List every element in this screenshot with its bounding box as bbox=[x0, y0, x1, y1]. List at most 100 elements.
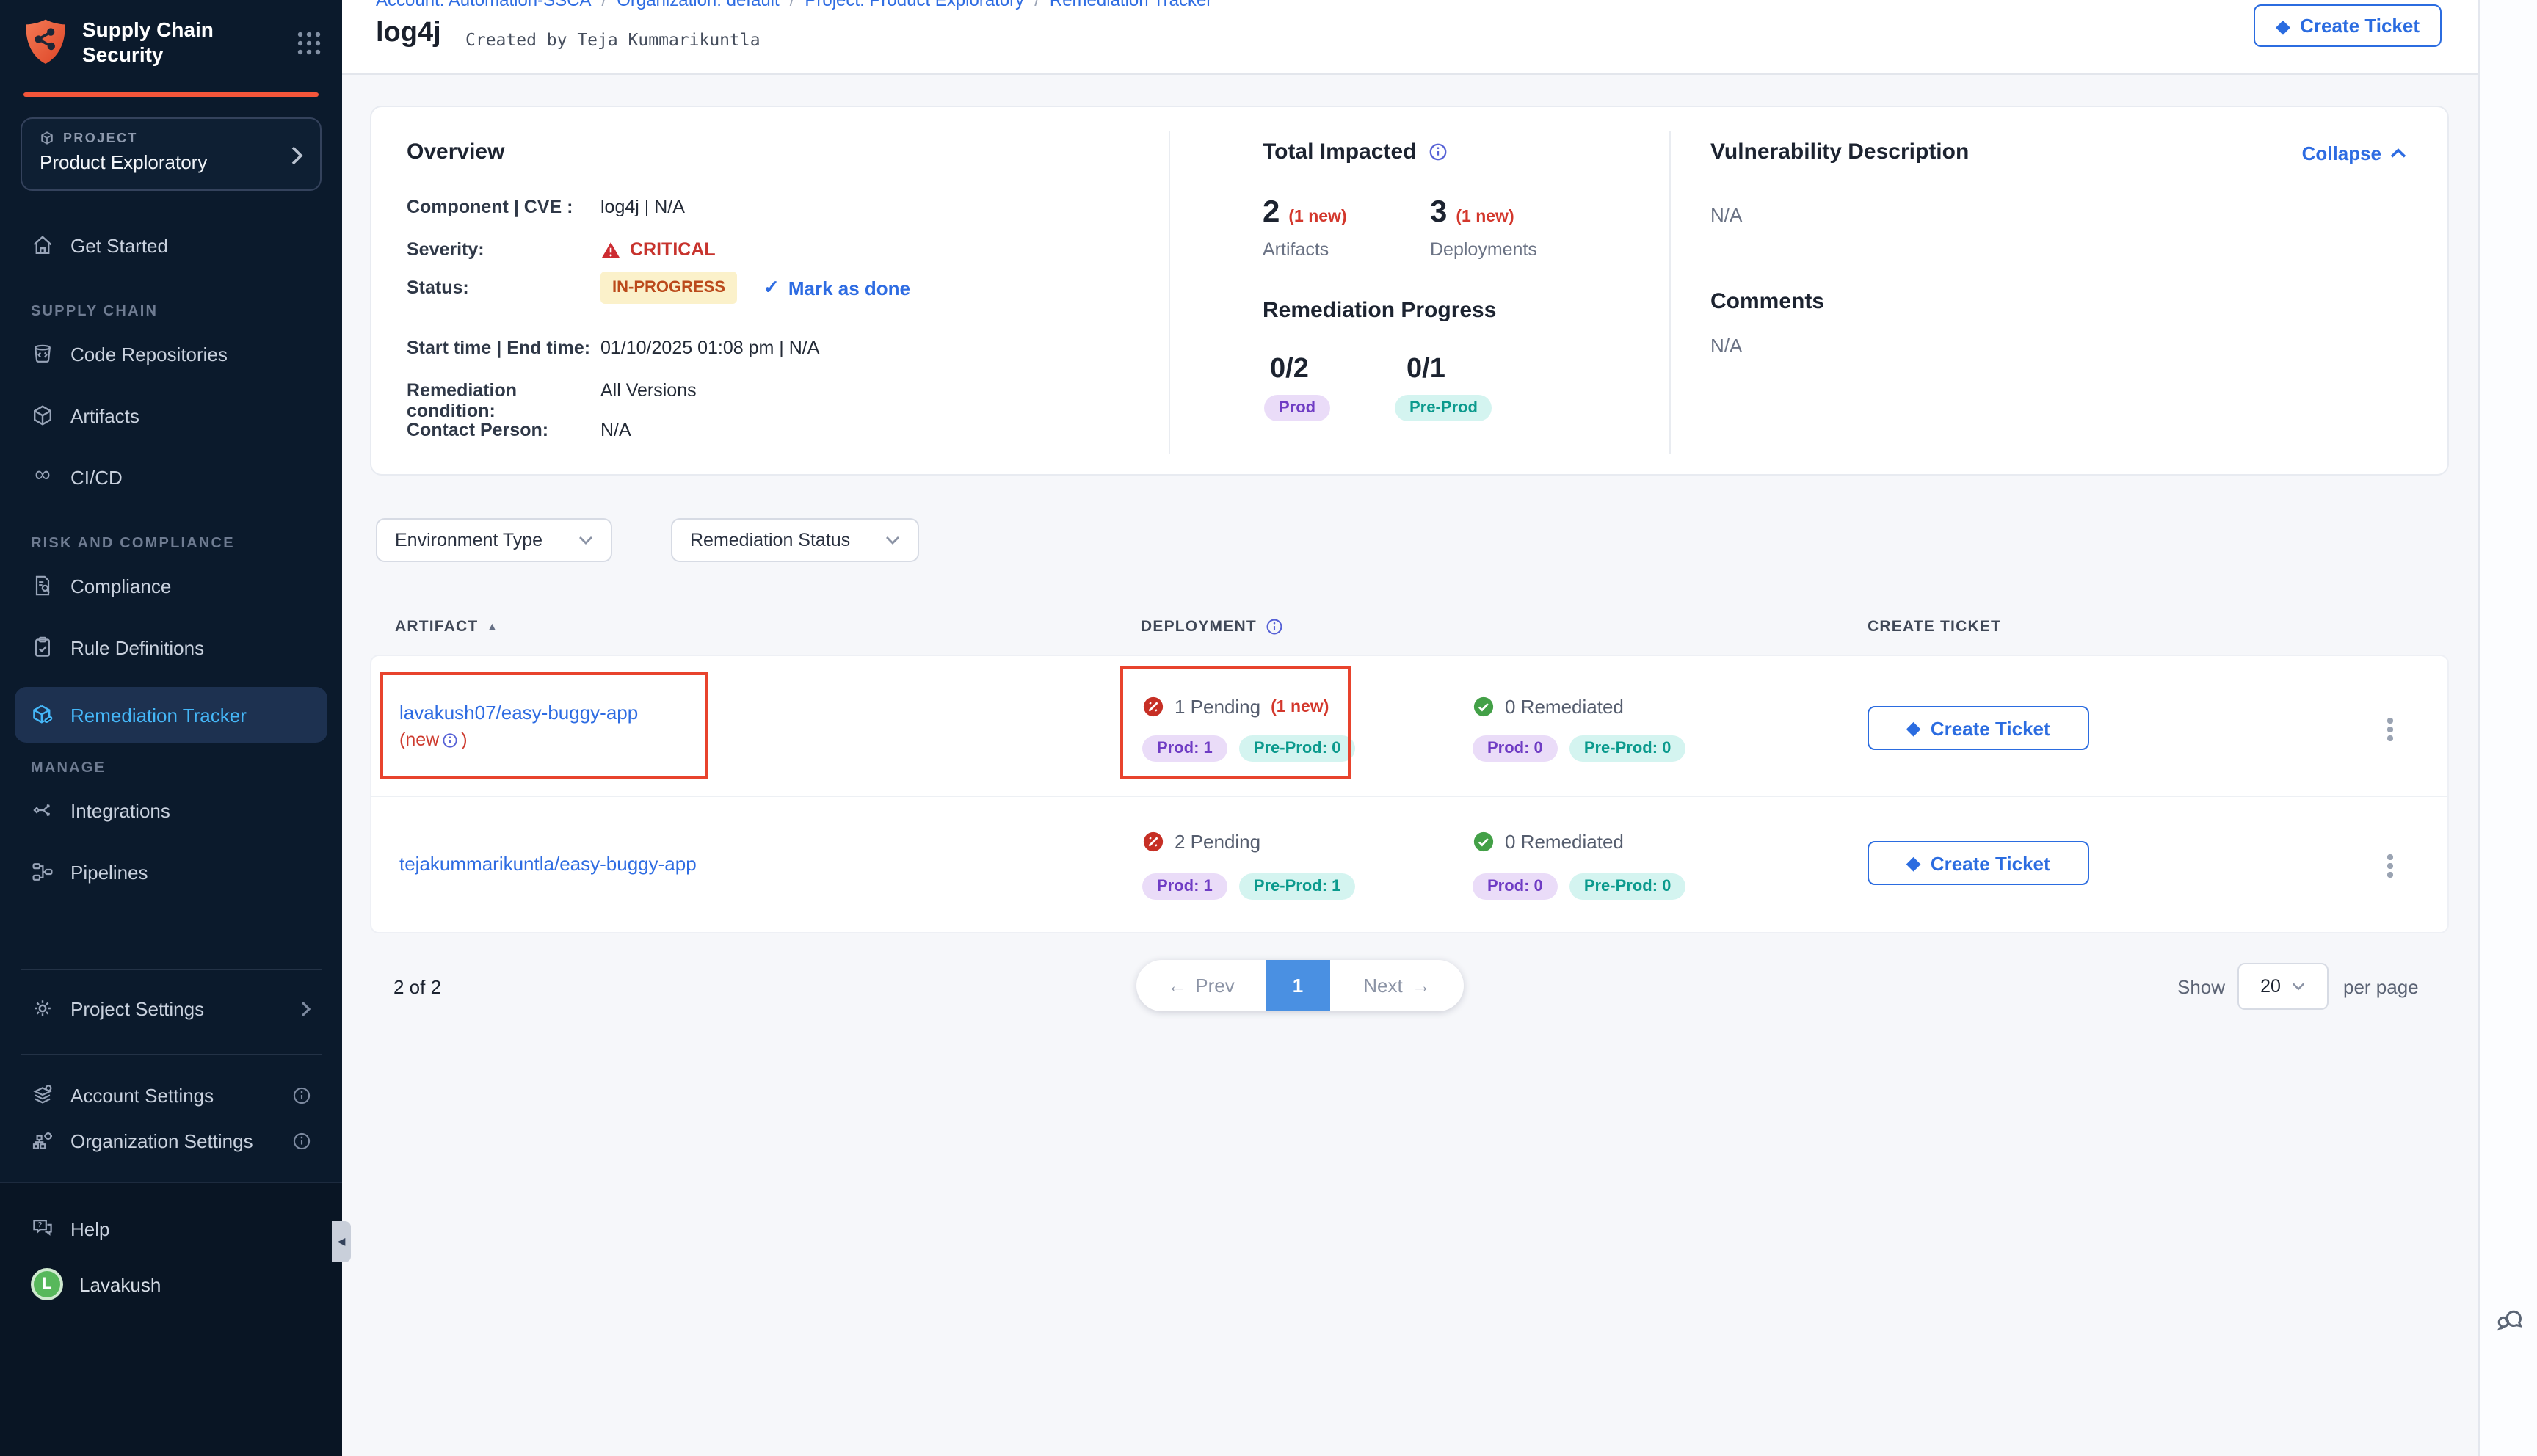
info-icon[interactable] bbox=[292, 1085, 311, 1104]
project-name: Product Exploratory bbox=[40, 151, 302, 173]
sidebar-item-organization-settings[interactable]: Organization Settings bbox=[15, 1118, 327, 1162]
sidebar-item-label: Compliance bbox=[70, 575, 171, 597]
overview-row-component: Component | CVE : log4j | N/A bbox=[407, 197, 685, 217]
sidebar-item-label: Account Settings bbox=[70, 1084, 214, 1106]
remediated-badges: Prod: 0 Pre-Prod: 0 bbox=[1473, 873, 1685, 900]
pager: ← Prev 1 Next → bbox=[1136, 960, 1464, 1011]
layers-gear-icon bbox=[31, 1083, 54, 1107]
next-page-button[interactable]: Next → bbox=[1330, 960, 1464, 1011]
sidebar-item-get-started[interactable]: Get Started bbox=[15, 223, 327, 267]
info-icon[interactable] bbox=[1266, 618, 1283, 636]
sidebar-item-remediation-tracker[interactable]: Remediation Tracker bbox=[15, 687, 327, 743]
summary-card: Overview Component | CVE : log4j | N/A S… bbox=[370, 106, 2449, 476]
deployment-badges: Prod: 1 Pre-Prod: 0 bbox=[1142, 735, 1355, 762]
remediated-check-icon bbox=[1473, 831, 1495, 853]
top-bar: Account: Automation-SSCA/Organization: d… bbox=[342, 0, 2478, 75]
prev-page-button[interactable]: ← Prev bbox=[1136, 960, 1266, 1011]
user-name: Lavakush bbox=[79, 1273, 161, 1295]
create-ticket-button-header[interactable]: ◆ Create Ticket bbox=[2254, 4, 2442, 47]
overview-row-condition: Remediation condition: All Versions bbox=[407, 380, 697, 421]
breadcrumb: Account: Automation-SSCA/Organization: d… bbox=[376, 0, 1212, 10]
sidebar-item-compliance[interactable]: Compliance bbox=[15, 564, 327, 608]
sidebar-item-label: Get Started bbox=[70, 234, 168, 256]
per-page-label: per page bbox=[2343, 976, 2419, 998]
cube-icon bbox=[40, 131, 54, 145]
deployments-label: Deployments bbox=[1430, 239, 1537, 260]
show-label: Show bbox=[2177, 976, 2225, 998]
page-subtitle: Created by Teja Kummarikuntla bbox=[465, 29, 761, 50]
diamond-icon: ◆ bbox=[1906, 719, 1920, 737]
warning-triangle-icon bbox=[600, 240, 621, 259]
clipboard-check-icon bbox=[31, 636, 54, 659]
remediated-check-icon bbox=[1473, 696, 1495, 718]
overview-row-status: Status: IN-PROGRESS ✓ Mark as done bbox=[407, 272, 910, 304]
arrow-left-icon: ← bbox=[1167, 975, 1186, 997]
environment-type-filter[interactable]: Environment Type bbox=[376, 518, 612, 562]
sidebar-item-integrations[interactable]: Integrations bbox=[15, 788, 327, 832]
sidebar-item-rule-definitions[interactable]: Rule Definitions bbox=[15, 625, 327, 669]
remediation-status-filter[interactable]: Remediation Status bbox=[671, 518, 919, 562]
sidebar-item-label: Organization Settings bbox=[70, 1129, 253, 1151]
mark-as-done-link[interactable]: ✓ Mark as done bbox=[763, 276, 910, 299]
sidebar-item-label: Rule Definitions bbox=[70, 636, 204, 658]
home-icon bbox=[31, 233, 54, 257]
artifacts-label: Artifacts bbox=[1263, 239, 1329, 260]
column-header-deployment: DEPLOYMENT bbox=[1141, 618, 1283, 636]
sidebar-item-label: Project Settings bbox=[70, 997, 204, 1019]
breadcrumb-organization[interactable]: Organization: default bbox=[617, 0, 780, 10]
artifact-link[interactable]: lavakush07/easy-buggy-app bbox=[399, 702, 638, 724]
sidebar-item-help[interactable]: ? Help bbox=[15, 1206, 327, 1251]
sidebar-divider bbox=[21, 969, 322, 970]
card-divider bbox=[1669, 131, 1671, 454]
artifact-link[interactable]: tejakummarikuntla/easy-buggy-app bbox=[399, 853, 697, 875]
project-selector[interactable]: PROJECT Product Exploratory bbox=[21, 117, 322, 191]
sidebar-collapse-handle[interactable]: ◀ bbox=[332, 1221, 351, 1262]
sort-asc-icon: ▲ bbox=[487, 622, 498, 632]
sidebar-item-artifacts[interactable]: Artifacts bbox=[15, 393, 327, 437]
status-badge: IN-PROGRESS bbox=[600, 272, 737, 304]
total-impacted-heading: Total Impacted bbox=[1263, 139, 1417, 164]
chat-bubbles-icon[interactable] bbox=[2493, 1300, 2527, 1334]
user-menu[interactable]: L Lavakush bbox=[31, 1268, 161, 1300]
info-icon[interactable] bbox=[1429, 142, 1448, 161]
org-hierarchy-gear-icon bbox=[31, 1129, 54, 1152]
main-content: Overview Component | CVE : log4j | N/A S… bbox=[342, 73, 2478, 1456]
info-icon[interactable] bbox=[442, 732, 458, 748]
breadcrumb-account[interactable]: Account: Automation-SSCA bbox=[376, 0, 592, 10]
page-size-select[interactable]: 20 bbox=[2237, 963, 2329, 1010]
column-header-artifact[interactable]: ARTIFACT ▲ bbox=[395, 618, 498, 636]
sidebar-item-account-settings[interactable]: Account Settings bbox=[15, 1073, 327, 1117]
comments-heading: Comments bbox=[1710, 289, 1824, 314]
breadcrumb-current[interactable]: Remediation Tracker bbox=[1050, 0, 1212, 10]
chevron-right-icon bbox=[301, 1000, 311, 1016]
row-menu-kebab-icon[interactable] bbox=[2376, 715, 2405, 744]
diamond-icon: ◆ bbox=[1906, 854, 1920, 872]
row-divider bbox=[370, 796, 2449, 797]
info-icon[interactable] bbox=[292, 1131, 311, 1150]
create-ticket-button-row[interactable]: ◆ Create Ticket bbox=[1868, 706, 2089, 750]
section-risk-compliance: RISK AND COMPLIANCE bbox=[15, 536, 327, 552]
progress-preprod-value: 0/1 bbox=[1407, 354, 1445, 386]
pending-icon bbox=[1142, 831, 1164, 853]
breadcrumb-project[interactable]: Project: Product Exploratory bbox=[805, 0, 1024, 10]
comments-value: N/A bbox=[1710, 335, 1742, 357]
chevron-up-icon bbox=[2390, 148, 2406, 159]
check-icon: ✓ bbox=[763, 276, 780, 299]
create-ticket-button-row[interactable]: ◆ Create Ticket bbox=[1868, 841, 2089, 885]
preprod-badge: Pre-Prod bbox=[1395, 395, 1492, 421]
sidebar-item-cicd[interactable]: ∞ CI/CD bbox=[15, 455, 327, 499]
artifact-new-flag: (new ) bbox=[399, 729, 468, 750]
page-1-button[interactable]: 1 bbox=[1266, 960, 1330, 1011]
prod-badge: Prod bbox=[1264, 395, 1330, 421]
app-grid-icon[interactable] bbox=[297, 31, 322, 56]
sidebar-item-label: Remediation Tracker bbox=[70, 704, 247, 726]
package-icon bbox=[31, 404, 54, 427]
sidebar-item-code-repositories[interactable]: Code Repositories bbox=[15, 332, 327, 376]
app-title: Supply Chain Security bbox=[82, 18, 214, 65]
collapse-link[interactable]: Collapse bbox=[2302, 142, 2406, 164]
sidebar-item-pipelines[interactable]: Pipelines bbox=[15, 850, 327, 894]
document-search-icon bbox=[31, 574, 54, 597]
row-menu-kebab-icon[interactable] bbox=[2376, 851, 2405, 881]
sidebar-item-label: CI/CD bbox=[70, 466, 123, 488]
sidebar-item-project-settings[interactable]: Project Settings bbox=[15, 986, 327, 1030]
